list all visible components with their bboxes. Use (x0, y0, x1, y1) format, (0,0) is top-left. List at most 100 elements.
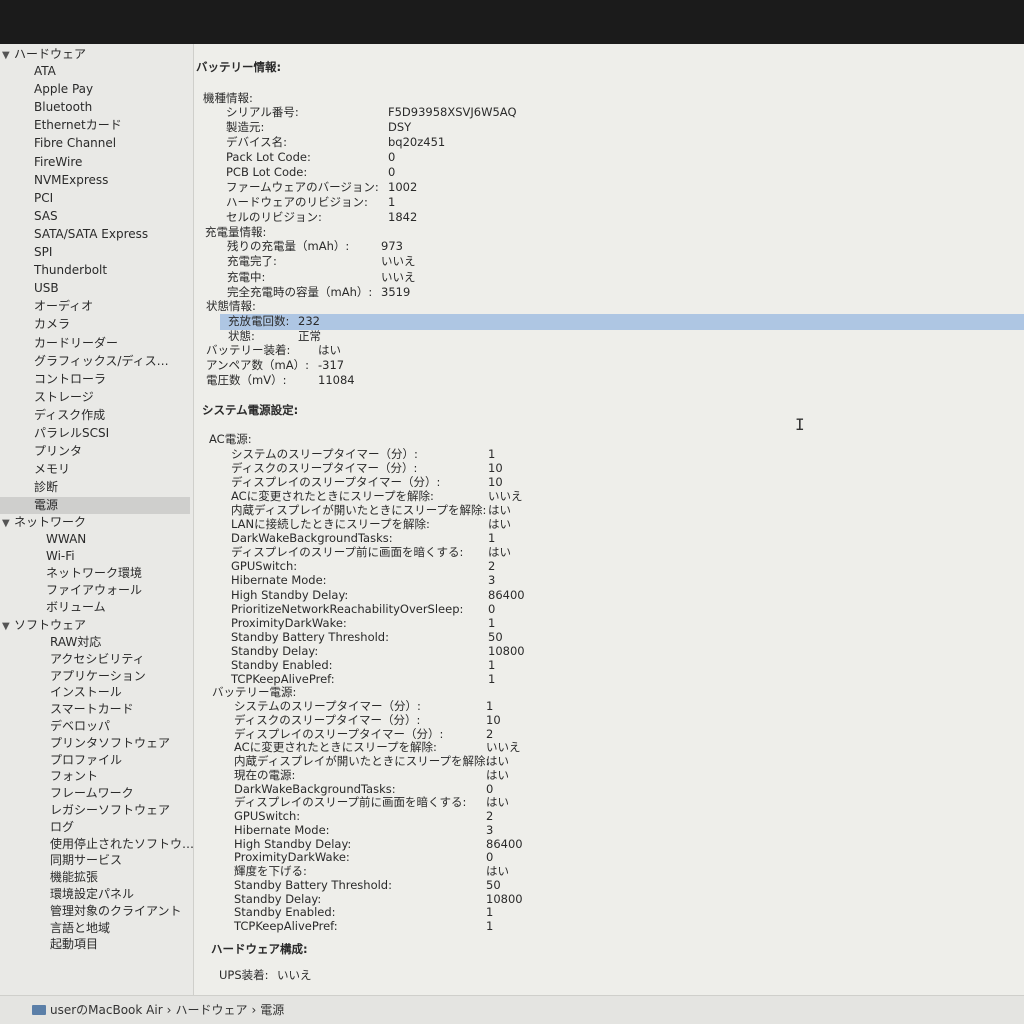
sidebar-item[interactable]: ファイアウォール (0, 582, 190, 599)
info-row[interactable]: TCPKeepAlivePref: 1 (234, 919, 1014, 934)
sidebar-item[interactable]: Ethernetカード (0, 117, 190, 134)
info-row[interactable]: Hibernate Mode: 3 (231, 573, 1014, 588)
info-row[interactable]: 充放電回数: 232 (228, 314, 1014, 329)
sidebar-group-2[interactable]: ▼ ソフトウェア (2, 617, 192, 634)
info-row[interactable]: Standby Enabled: 1 (234, 905, 1014, 920)
info-row[interactable]: Standby Delay: 10800 (234, 892, 1014, 907)
info-row[interactable]: ディスクのスリープタイマー（分）: 10 (234, 713, 1014, 728)
sidebar-group-1[interactable]: ▼ ネットワーク (2, 514, 192, 531)
info-row[interactable]: 充電完了: いいえ (227, 254, 1014, 269)
sidebar-item[interactable]: グラフィックス/ディス… (0, 353, 190, 370)
info-row[interactable]: 輝度を下げる: はい (234, 864, 1014, 879)
sidebar-item[interactable]: パラレルSCSI (0, 425, 190, 442)
sidebar-item[interactable]: 管理対象のクライアント (0, 903, 190, 920)
info-row[interactable]: PCB Lot Code: 0 (226, 165, 1014, 180)
sidebar-item[interactable]: ディスク作成 (0, 407, 190, 424)
sidebar-item[interactable]: フォント (0, 768, 190, 785)
info-row[interactable]: 状態: 正常 (228, 329, 1014, 344)
disclosure-triangle-icon[interactable]: ▼ (2, 515, 14, 532)
info-row[interactable]: デバイス名: bq20z451 (226, 135, 1014, 150)
info-row[interactable]: GPUSwitch: 2 (231, 559, 1014, 574)
info-row[interactable]: システムのスリープタイマー（分）: 1 (234, 699, 1014, 714)
sidebar-item[interactable]: プリンタ (0, 443, 190, 460)
sidebar-item[interactable]: ボリューム (0, 599, 190, 616)
sidebar-item[interactable]: ストレージ (0, 389, 190, 406)
sidebar-item[interactable]: オーディオ (0, 298, 190, 315)
sidebar-item[interactable]: RAW対応 (0, 634, 190, 651)
sidebar-item[interactable]: WWAN (0, 531, 190, 548)
info-row[interactable]: ProximityDarkWake: 1 (231, 616, 1014, 631)
info-row[interactable]: セルのリビジョン: 1842 (226, 210, 1014, 225)
sidebar-item[interactable]: ATA (0, 63, 190, 80)
sidebar-item[interactable]: Thunderbolt (0, 262, 190, 279)
sidebar-item[interactable]: カメラ (0, 316, 190, 333)
path-computer[interactable]: userのMacBook Air (50, 1003, 163, 1017)
sidebar-item[interactable]: USB (0, 280, 190, 297)
sidebar-item[interactable]: ネットワーク環境 (0, 565, 190, 582)
sidebar-item[interactable]: SAS (0, 208, 190, 225)
info-row[interactable]: ディスプレイのスリープタイマー（分）: 10 (231, 475, 1014, 490)
sidebar-item[interactable]: 同期サービス (0, 852, 190, 869)
info-row[interactable]: シリアル番号: F5D93958XSVJ6W5AQ (226, 105, 1014, 120)
sidebar-item[interactable]: カードリーダー (0, 335, 190, 352)
ups-row[interactable]: UPS装着: いいえ (219, 968, 419, 983)
sidebar-item[interactable]: 機能拡張 (0, 869, 190, 886)
sidebar-item[interactable]: Fibre Channel (0, 135, 190, 152)
info-row[interactable]: 内蔵ディスプレイが開いたときにスリープを解除: はい (234, 754, 1014, 769)
info-row[interactable]: DarkWakeBackgroundTasks: 0 (234, 782, 1014, 797)
detail-pane[interactable]: バッテリー情報: 機種情報: シリアル番号: F5D93958XSVJ6W5AQ 製造元… (194, 44, 1024, 996)
sidebar-item[interactable]: SATA/SATA Express (0, 226, 190, 243)
info-row[interactable]: バッテリー装着: はい (206, 343, 1014, 358)
path-hardware[interactable]: ハードウェア (175, 1003, 247, 1017)
sidebar-item[interactable]: 電源 (0, 497, 190, 515)
info-row[interactable]: ファームウェアのバージョン: 1002 (226, 180, 1014, 195)
sidebar-item[interactable]: Wi-Fi (0, 548, 190, 565)
disclosure-triangle-icon[interactable]: ▼ (2, 618, 14, 635)
sidebar-item[interactable]: 診断 (0, 479, 190, 496)
sidebar-item[interactable]: 環境設定パネル (0, 886, 190, 903)
info-row[interactable]: ACに変更されたときにスリープを解除: いいえ (231, 489, 1014, 504)
disclosure-triangle-icon[interactable]: ▼ (2, 47, 14, 64)
info-row[interactable]: LANに接続したときにスリープを解除: はい (231, 517, 1014, 532)
info-row[interactable]: 完全充電時の容量（mAh）: 3519 (227, 285, 1014, 300)
sidebar-item[interactable]: Apple Pay (0, 81, 190, 98)
info-row[interactable]: GPUSwitch: 2 (234, 809, 1014, 824)
info-row[interactable]: ハードウェアのリビジョン: 1 (226, 195, 1014, 210)
info-row[interactable]: ディスプレイのスリープタイマー（分）: 2 (234, 727, 1014, 742)
info-row[interactable]: 残りの充電量（mAh）: 973 (227, 239, 1014, 254)
info-row[interactable]: TCPKeepAlivePref: 1 (231, 672, 1014, 687)
sidebar-item[interactable]: FireWire (0, 154, 190, 171)
info-row[interactable]: ACに変更されたときにスリープを解除: いいえ (234, 740, 1014, 755)
sidebar-item[interactable]: NVMExpress (0, 172, 190, 189)
info-row[interactable]: Pack Lot Code: 0 (226, 150, 1014, 165)
info-row[interactable]: Standby Battery Threshold: 50 (231, 630, 1014, 645)
sidebar-item[interactable]: 使用停止されたソフトウ… (0, 836, 193, 853)
sidebar-item[interactable]: 起動項目 (0, 936, 190, 953)
info-row[interactable]: Standby Delay: 10800 (231, 644, 1014, 659)
sidebar-item[interactable]: Bluetooth (0, 99, 190, 116)
info-row[interactable]: Standby Enabled: 1 (231, 658, 1014, 673)
info-row[interactable]: 現在の電源: はい (234, 768, 1014, 783)
info-row[interactable]: DarkWakeBackgroundTasks: 1 (231, 531, 1014, 546)
info-row[interactable]: 内蔵ディスプレイが開いたときにスリープを解除: はい (231, 503, 1014, 518)
info-row[interactable]: ディスプレイのスリープ前に画面を暗くする: はい (231, 545, 1014, 560)
info-row[interactable]: 電圧数（mV）: 11084 (206, 373, 1014, 388)
info-row[interactable]: 製造元: DSY (226, 120, 1014, 135)
info-row[interactable]: ディスプレイのスリープ前に画面を暗くする: はい (234, 795, 1014, 810)
sidebar-item[interactable]: ログ (0, 819, 190, 836)
sidebar-item[interactable]: スマートカード (0, 701, 190, 718)
sidebar-item[interactable]: プロファイル (0, 752, 190, 769)
sidebar-item[interactable]: インストール (0, 684, 190, 701)
info-row[interactable]: システムのスリープタイマー（分）: 1 (231, 447, 1014, 462)
sidebar-item[interactable]: アプリケーション (0, 668, 190, 685)
info-row[interactable]: ProximityDarkWake: 0 (234, 850, 1014, 865)
info-row[interactable]: High Standby Delay: 86400 (231, 588, 1014, 603)
sidebar-item[interactable]: PCI (0, 190, 190, 207)
sidebar-item[interactable]: プリンタソフトウェア (0, 735, 190, 752)
info-row[interactable]: Standby Battery Threshold: 50 (234, 878, 1014, 893)
sidebar-item[interactable]: レガシーソフトウェア (0, 802, 190, 819)
sidebar-group-0[interactable]: ▼ ハードウェア (2, 46, 192, 63)
info-row[interactable]: 充電中: いいえ (227, 270, 1014, 285)
info-row[interactable]: PrioritizeNetworkReachabilityOverSleep: 0 (231, 602, 1014, 617)
sidebar-item[interactable]: アクセシビリティ (0, 651, 190, 668)
